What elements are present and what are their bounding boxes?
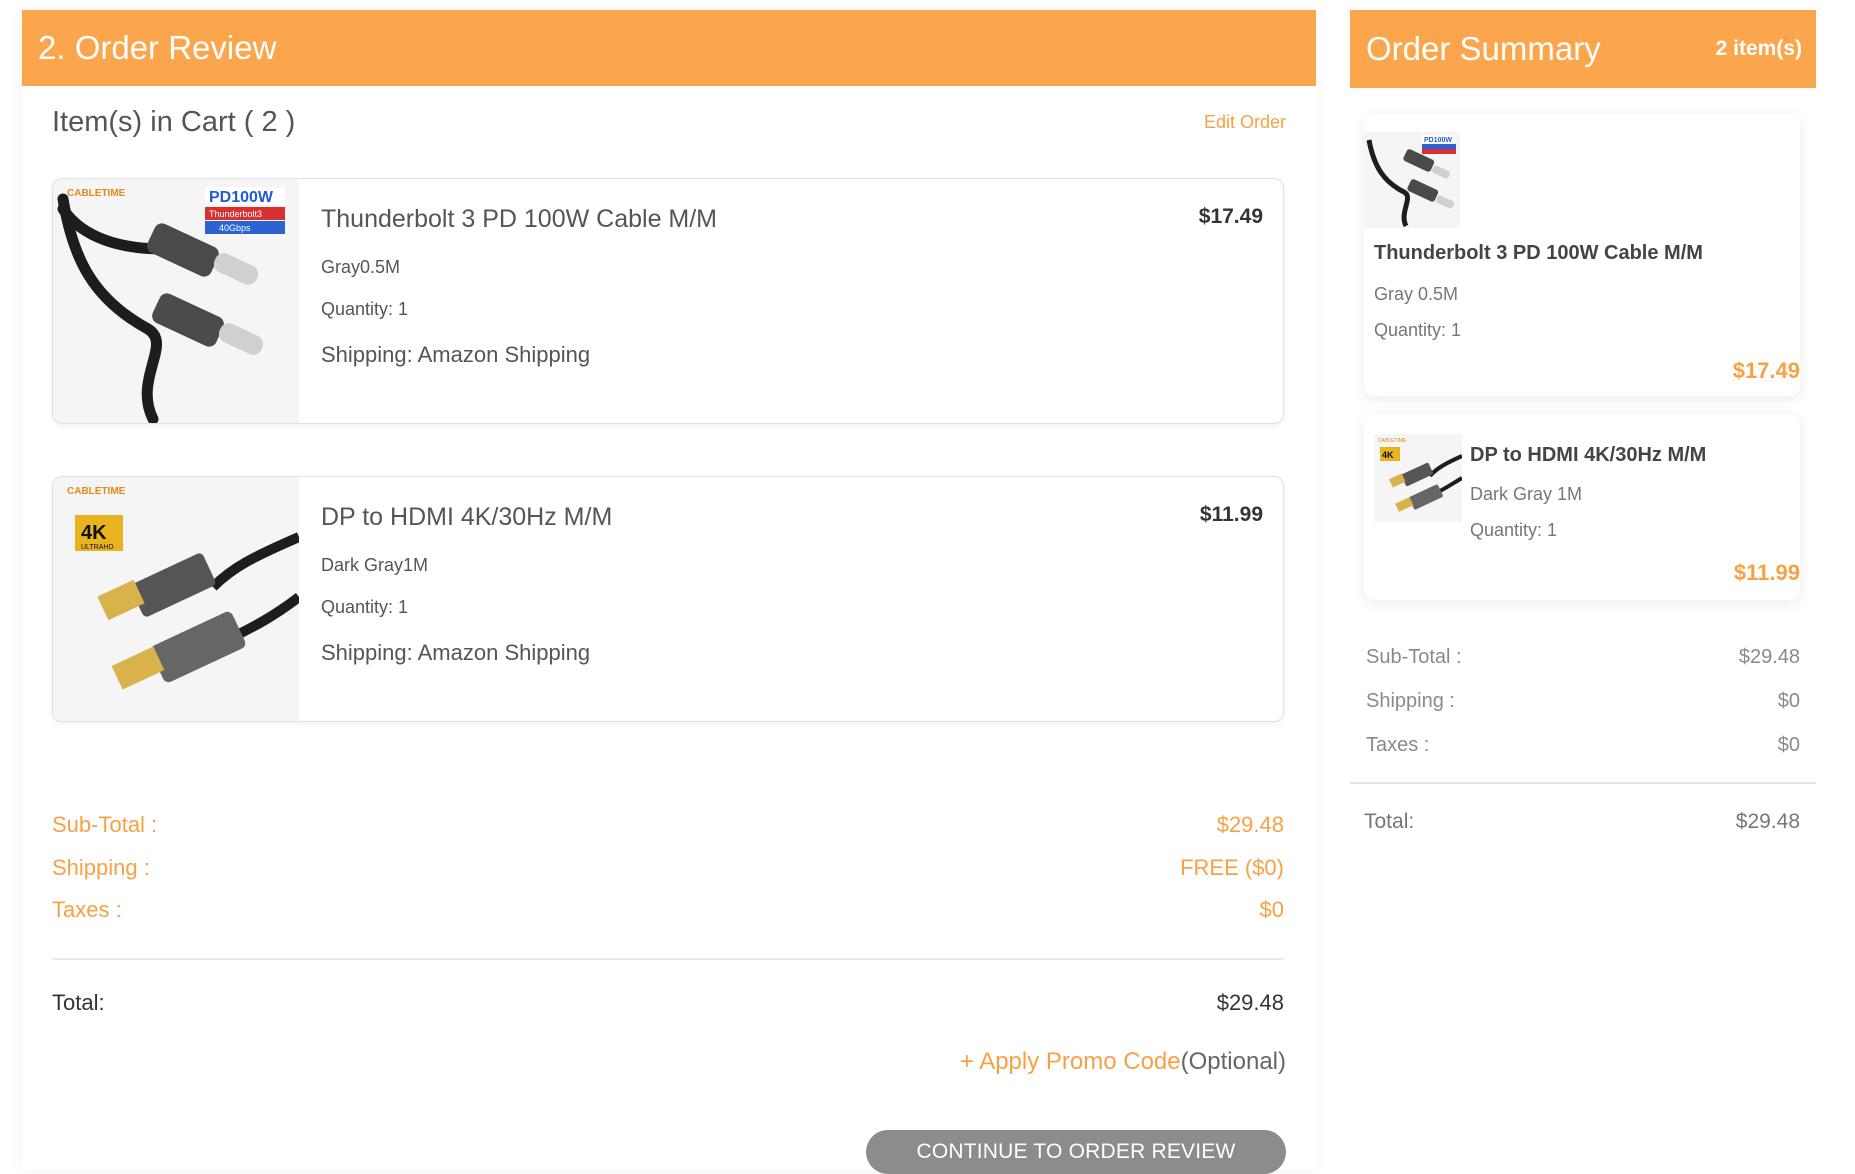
shipping-label: Shipping :: [52, 855, 150, 880]
brand-label: CABLETIME: [67, 486, 126, 497]
promo-code-row: + Apply Promo Code(Optional): [960, 1048, 1286, 1076]
badge-sub1: ULTRAHD: [81, 544, 114, 551]
item-shipping: Shipping: Amazon Shipping: [321, 342, 591, 367]
summary-item-name: DP to HDMI 4K/30Hz M/M: [1470, 444, 1707, 466]
taxes-row: Taxes : $0: [52, 897, 1284, 923]
summary-taxes-row: Taxes : $0: [1366, 734, 1800, 757]
summary-item-price: $17.49: [1732, 358, 1800, 383]
summary-taxes-label: Taxes :: [1366, 734, 1430, 756]
taxes-label: Taxes :: [52, 897, 122, 922]
cart-title-row: Item(s) in Cart ( 2 ) Edit Order: [52, 106, 1286, 139]
summary-subtotal-label: Sub-Total :: [1366, 646, 1462, 668]
order-summary-title: Order Summary: [1366, 30, 1601, 67]
badge-sub2: 40Gbps: [219, 223, 251, 233]
cart-item-card: CABLETIME 4K ULTRAHD DP to HDMI 4K/30Hz …: [52, 476, 1284, 722]
summary-item-quantity: Quantity: 1: [1374, 320, 1461, 341]
badge-sub1: Thunderbolt3: [209, 209, 262, 219]
apply-promo-code-link[interactable]: + Apply Promo Code: [960, 1048, 1181, 1075]
total-label: Total:: [52, 990, 105, 1015]
item-shipping: Shipping: Amazon Shipping: [321, 640, 591, 665]
badge-main: PD100W: [209, 189, 274, 206]
summary-shipping-row: Shipping : $0: [1366, 690, 1800, 713]
order-summary-header: Order Summary 2 item(s): [1350, 10, 1816, 88]
product-image-dp-hdmi-cable: CABLETIME 4K ULTRAHD: [53, 477, 299, 721]
product-thumbnail-thunderbolt-cable: PD100W: [1364, 132, 1460, 228]
summary-shipping-label: Shipping :: [1366, 690, 1455, 712]
product-image-thunderbolt-cable: CABLETIME PD100W Thunderbolt3 40Gbps: [53, 179, 299, 423]
cart-title: Item(s) in Cart ( 2 ): [52, 106, 296, 138]
continue-to-order-review-button[interactable]: CONTINUE TO ORDER REVIEW: [866, 1130, 1286, 1174]
item-quantity: Quantity: 1: [321, 299, 409, 319]
quantity-label: Quantity:: [1374, 320, 1452, 340]
summary-taxes-value: $0: [1777, 734, 1800, 756]
quantity-value: 1: [1451, 320, 1462, 340]
summary-subtotal-value: $29.48: [1738, 646, 1800, 668]
summary-item-variant: Dark Gray 1M: [1470, 484, 1583, 504]
summary-total-value: $29.48: [1735, 810, 1800, 833]
brand-label: CABLETIME: [1378, 438, 1407, 444]
badge-main: 4K: [1382, 450, 1394, 460]
summary-item-name: Thunderbolt 3 PD 100W Cable M/M: [1374, 242, 1703, 264]
shipping-value: FREE ($0): [1180, 855, 1284, 880]
summary-total-row: Total: $29.48: [1364, 810, 1800, 834]
summary-item-price: $11.99: [1733, 560, 1800, 585]
order-review-header: 2. Order Review: [22, 10, 1316, 86]
badge-main: 4K: [81, 522, 107, 544]
product-thumbnail-dp-hdmi-cable: CABLETIME 4K: [1374, 434, 1462, 522]
quantity-label: Quantity:: [1470, 520, 1548, 540]
taxes-value: $0: [1259, 897, 1284, 922]
edit-order-link[interactable]: Edit Order: [1204, 112, 1286, 133]
summary-subtotal-row: Sub-Total : $29.48: [1366, 646, 1800, 669]
subtotal-row: Sub-Total : $29.48: [52, 812, 1284, 838]
order-summary-count: 2 item(s): [1715, 37, 1802, 60]
subtotal-value: $29.48: [1216, 812, 1284, 837]
brand-label: CABLETIME: [67, 188, 126, 199]
summary-item-card: PD100W Thunderbolt 3 PD 100W Cable M/M G…: [1364, 114, 1800, 396]
summary-item-variant: Gray 0.5M: [1374, 284, 1459, 304]
item-variant: Dark Gray1M: [321, 555, 429, 575]
order-review-panel: 2. Order Review Item(s) in Cart ( 2 ) Ed…: [22, 10, 1316, 1174]
summary-item-card: CABLETIME 4K DP to HDMI 4K/30Hz M/M Dark…: [1364, 414, 1800, 600]
item-quantity: Quantity: 1: [321, 597, 409, 617]
shipping-row: Shipping : FREE ($0): [52, 855, 1284, 881]
total-value: $29.48: [1216, 990, 1284, 1015]
cart-item-card: CABLETIME PD100W Thunderbolt3 40Gbps Thu…: [52, 178, 1284, 424]
summary-shipping-value: $0: [1777, 690, 1800, 712]
quantity-value: 1: [1547, 520, 1558, 540]
item-variant: Gray0.5M: [321, 257, 401, 277]
item-price: $11.99: [1199, 503, 1263, 526]
total-row: Total: $29.48: [52, 990, 1284, 1016]
item-price: $17.49: [1198, 205, 1263, 228]
divider: [1350, 782, 1816, 784]
summary-item-quantity: Quantity: 1: [1470, 520, 1557, 541]
promo-optional-label: (Optional): [1180, 1048, 1286, 1075]
order-review-title: 2. Order Review: [38, 29, 277, 66]
subtotal-label: Sub-Total :: [52, 812, 158, 837]
item-name: DP to HDMI 4K/30Hz M/M: [321, 503, 613, 531]
divider: [52, 958, 1284, 960]
order-summary-panel: Order Summary 2 item(s) PD100W Thunderbo…: [1350, 10, 1816, 1160]
item-name: Thunderbolt 3 PD 100W Cable M/M: [321, 205, 718, 233]
summary-total-label: Total:: [1364, 810, 1415, 833]
badge-main: PD100W: [1424, 137, 1452, 144]
